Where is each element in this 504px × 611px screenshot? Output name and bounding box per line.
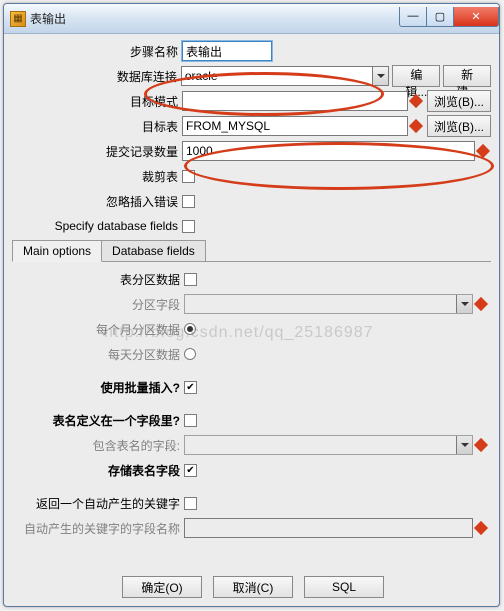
edit-connection-button[interactable]: 编辑... xyxy=(392,65,440,87)
new-connection-button[interactable]: 新建... xyxy=(443,65,491,87)
label-use-batch: 使用批量插入? xyxy=(14,379,184,396)
target-table-input[interactable] xyxy=(182,116,408,136)
titlebar[interactable]: ▦ 表输出 — ▢ ✕ xyxy=(4,4,499,34)
app-icon: ▦ xyxy=(10,11,26,27)
chevron-down-icon xyxy=(456,436,472,454)
label-partition-field: 分区字段 xyxy=(14,296,184,313)
minimize-button[interactable]: — xyxy=(399,7,427,27)
label-partition-monthly: 每个月分区数据 xyxy=(14,321,184,338)
partition-monthly-radio xyxy=(184,323,196,335)
label-commit-size: 提交记录数量 xyxy=(12,143,182,160)
label-store-tablename: 存储表名字段 xyxy=(14,462,184,479)
partition-daily-radio xyxy=(184,348,196,360)
label-autokey-field: 自动产生的关键字的字段名称 xyxy=(14,520,184,537)
diamond-icon xyxy=(474,521,488,535)
db-connection-combo[interactable]: oracle xyxy=(181,66,390,86)
tab-main-options[interactable]: Main options xyxy=(12,240,102,262)
label-specify-fields: Specify database fields xyxy=(12,219,182,233)
content-area: 步骤名称 数据库连接 oracle 编辑... 新建... 目标模式 浏览(B)… xyxy=(4,34,499,570)
label-partition-data: 表分区数据 xyxy=(14,271,184,288)
return-autokey-checkbox[interactable] xyxy=(184,497,197,510)
label-truncate: 裁剪表 xyxy=(12,168,182,185)
use-batch-checkbox[interactable]: ✔ xyxy=(184,381,197,394)
close-button[interactable]: ✕ xyxy=(453,7,499,27)
diamond-icon xyxy=(476,144,490,158)
tab-database-fields[interactable]: Database fields xyxy=(101,240,206,261)
browse-schema-button[interactable]: 浏览(B)... xyxy=(427,90,491,112)
chevron-down-icon xyxy=(456,295,472,313)
tab-main-body: 表分区数据 分区字段 每个月分区数据 每天分区数据 使用批量插入? xyxy=(12,262,491,544)
ignore-errors-checkbox[interactable] xyxy=(182,195,195,208)
tab-strip: Main options Database fields xyxy=(12,240,491,262)
diamond-icon xyxy=(474,297,488,311)
label-db-connection: 数据库连接 xyxy=(12,68,181,85)
dialog-window: ▦ 表输出 — ▢ ✕ 步骤名称 数据库连接 oracle 编辑... 新建..… xyxy=(3,3,500,607)
chevron-down-icon[interactable] xyxy=(372,67,388,85)
autokey-field-input xyxy=(184,518,473,538)
label-return-autokey: 返回一个自动产生的关键字 xyxy=(14,495,184,512)
truncate-checkbox[interactable] xyxy=(182,170,195,183)
tablename-field-combo xyxy=(184,435,473,455)
specify-fields-checkbox[interactable] xyxy=(182,220,195,233)
maximize-button[interactable]: ▢ xyxy=(426,7,454,27)
tablename-in-field-checkbox[interactable] xyxy=(184,414,197,427)
cancel-button[interactable]: 取消(C) xyxy=(213,576,293,598)
partition-field-combo xyxy=(184,294,473,314)
commit-size-input[interactable] xyxy=(182,141,475,161)
label-partition-daily: 每天分区数据 xyxy=(14,346,184,363)
browse-table-button[interactable]: 浏览(B)... xyxy=(427,115,491,137)
footer-buttons: 确定(O) 取消(C) SQL xyxy=(4,570,499,606)
label-target-schema: 目标模式 xyxy=(12,93,182,110)
ok-button[interactable]: 确定(O) xyxy=(122,576,202,598)
partition-data-checkbox[interactable] xyxy=(184,273,197,286)
label-target-table: 目标表 xyxy=(12,118,182,135)
label-tablename-in-field: 表名定义在一个字段里? xyxy=(14,412,184,429)
diamond-icon xyxy=(409,119,423,133)
window-title: 表输出 xyxy=(30,10,66,27)
label-tablename-field: 包含表名的字段: xyxy=(14,437,184,454)
label-ignore-errors: 忽略插入错误 xyxy=(12,193,182,210)
target-schema-input[interactable] xyxy=(182,91,408,111)
step-name-input[interactable] xyxy=(182,41,272,61)
store-tablename-checkbox[interactable]: ✔ xyxy=(184,464,197,477)
diamond-icon xyxy=(474,438,488,452)
sql-button[interactable]: SQL xyxy=(304,576,384,598)
label-step-name: 步骤名称 xyxy=(12,43,182,60)
